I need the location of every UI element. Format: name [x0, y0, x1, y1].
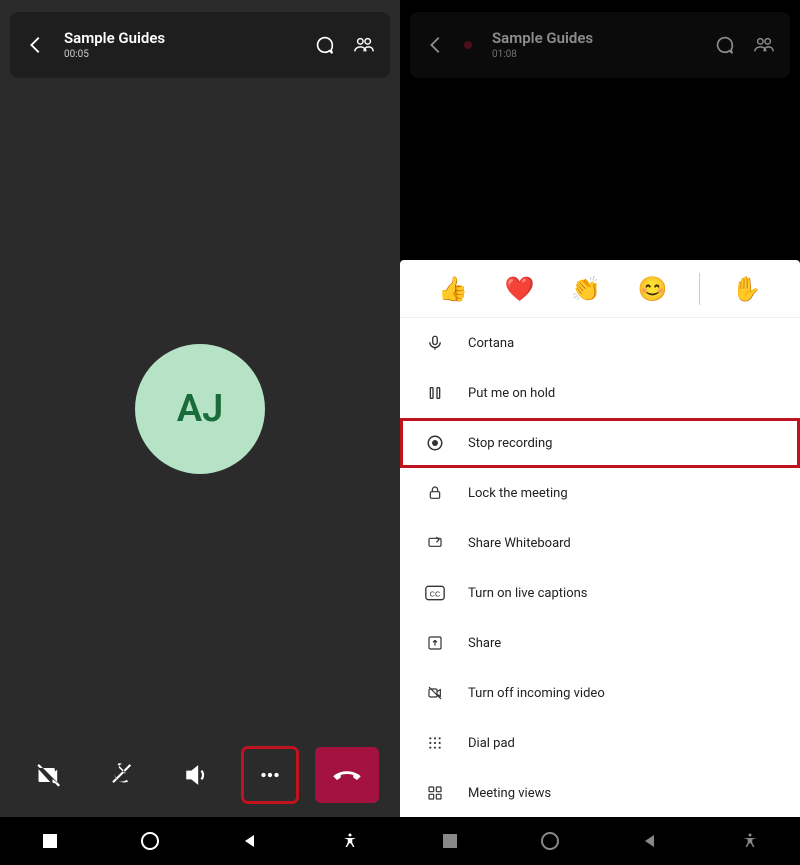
- android-nav-bar: [0, 817, 400, 865]
- grid-icon: [424, 782, 446, 804]
- nav-accessibility-icon[interactable]: [339, 830, 361, 852]
- participant-avatar: AJ: [135, 344, 265, 474]
- menu-label: Dial pad: [468, 736, 515, 751]
- menu-label: Put me on hold: [468, 386, 555, 401]
- speaker-button[interactable]: [168, 747, 224, 803]
- mic-off-button[interactable]: [94, 747, 150, 803]
- menu-item-captions[interactable]: CC Turn on live captions: [400, 568, 800, 618]
- nav-recents-icon[interactable]: [439, 830, 461, 852]
- whiteboard-icon: [424, 532, 446, 554]
- svg-text:CC: CC: [430, 589, 441, 598]
- nav-home-icon[interactable]: [539, 830, 561, 852]
- menu-item-dialpad[interactable]: Dial pad: [400, 718, 800, 768]
- reaction-raise-hand[interactable]: ✋: [727, 275, 767, 303]
- lock-icon: [424, 482, 446, 504]
- back-icon[interactable]: [24, 33, 48, 57]
- more-options-button[interactable]: [242, 747, 298, 803]
- reactions-row: 👍 ❤️ 👏 😊 ✋: [400, 260, 800, 318]
- call-duration: 00:05: [64, 49, 165, 60]
- call-header: Sample Guides 00:05: [10, 12, 390, 78]
- nav-home-icon[interactable]: [139, 830, 161, 852]
- menu-label: Turn off incoming video: [468, 686, 605, 701]
- participants-icon[interactable]: [352, 33, 376, 57]
- recording-dot-icon: [464, 41, 472, 49]
- cc-icon: CC: [424, 582, 446, 604]
- menu-item-hold[interactable]: Put me on hold: [400, 368, 800, 418]
- share-icon: [424, 632, 446, 654]
- record-icon: [424, 432, 446, 454]
- call-screen: Sample Guides 00:05 AJ: [0, 0, 400, 865]
- menu-label: Lock the meeting: [468, 486, 568, 501]
- reaction-like[interactable]: 👍: [433, 275, 473, 303]
- chat-icon[interactable]: [312, 33, 336, 57]
- nav-back-icon[interactable]: [639, 830, 661, 852]
- menu-item-share[interactable]: Share: [400, 618, 800, 668]
- call-controls: [0, 739, 400, 817]
- call-title-block: Sample Guides 01:08: [492, 30, 593, 60]
- menu-item-incoming-video[interactable]: Turn off incoming video: [400, 668, 800, 718]
- call-duration: 01:08: [492, 49, 593, 60]
- more-options-screen: Sample Guides 01:08 👍 ❤️ 👏 😊 ✋ Cortana: [400, 0, 800, 865]
- menu-label: Cortana: [468, 336, 514, 351]
- back-icon[interactable]: [424, 33, 448, 57]
- reaction-heart[interactable]: ❤️: [500, 275, 540, 303]
- menu-label: Stop recording: [468, 436, 552, 451]
- chat-icon[interactable]: [712, 33, 736, 57]
- options-sheet: 👍 ❤️ 👏 😊 ✋ Cortana Put me on hold Stop r…: [400, 260, 800, 817]
- reaction-smile[interactable]: 😊: [633, 275, 673, 303]
- menu-label: Meeting views: [468, 786, 551, 801]
- reaction-applause[interactable]: 👏: [566, 275, 606, 303]
- nav-back-icon[interactable]: [239, 830, 261, 852]
- menu-label: Share Whiteboard: [468, 536, 571, 551]
- android-nav-bar: [400, 817, 800, 865]
- call-title-block: Sample Guides 00:05: [64, 30, 165, 60]
- menu-item-whiteboard[interactable]: Share Whiteboard: [400, 518, 800, 568]
- call-body: AJ: [0, 78, 400, 739]
- menu-label: Share: [468, 636, 501, 651]
- hangup-button[interactable]: [315, 747, 379, 803]
- menu-item-views[interactable]: Meeting views: [400, 768, 800, 817]
- menu-item-stop-recording[interactable]: Stop recording: [400, 418, 800, 468]
- call-header-dim: Sample Guides 01:08: [410, 12, 790, 78]
- call-title: Sample Guides: [492, 30, 593, 47]
- options-menu: Cortana Put me on hold Stop recording Lo…: [400, 318, 800, 817]
- pause-icon: [424, 382, 446, 404]
- camera-off-button[interactable]: [21, 747, 77, 803]
- participants-icon[interactable]: [752, 33, 776, 57]
- menu-item-cortana[interactable]: Cortana: [400, 318, 800, 368]
- video-off-icon: [424, 682, 446, 704]
- mic-icon: [424, 332, 446, 354]
- avatar-initials: AJ: [177, 387, 224, 431]
- nav-accessibility-icon[interactable]: [739, 830, 761, 852]
- menu-item-lock[interactable]: Lock the meeting: [400, 468, 800, 518]
- menu-label: Turn on live captions: [468, 586, 588, 601]
- dialpad-icon: [424, 732, 446, 754]
- reaction-separator: [699, 273, 700, 305]
- nav-recents-icon[interactable]: [39, 830, 61, 852]
- call-title: Sample Guides: [64, 30, 165, 47]
